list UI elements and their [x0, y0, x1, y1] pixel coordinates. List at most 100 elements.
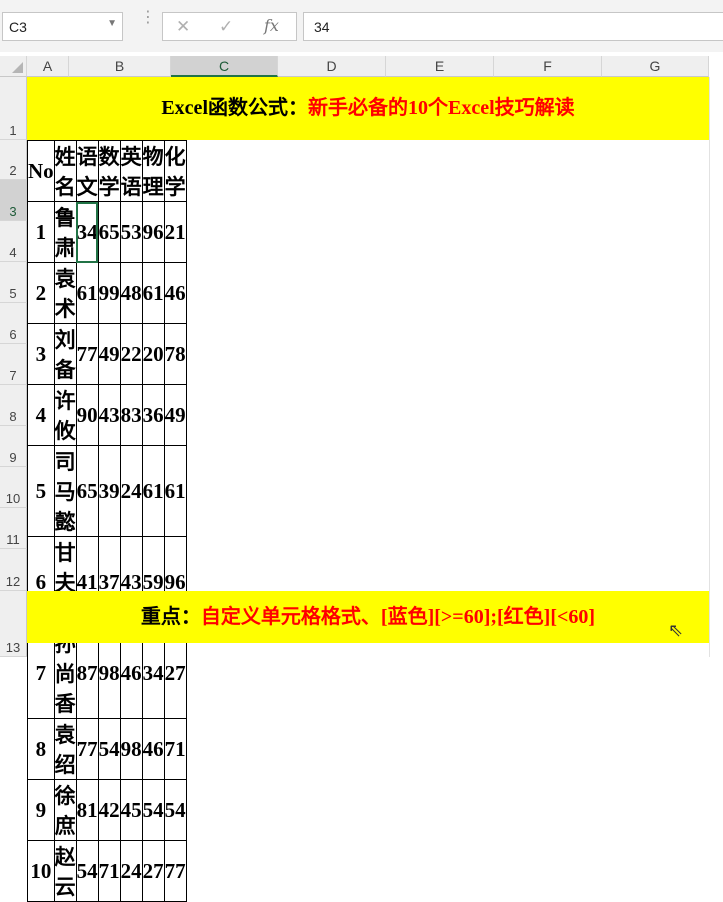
table-cell[interactable]: 54	[141, 779, 165, 841]
header-cell[interactable]: 物理	[141, 140, 165, 202]
table-cell[interactable]: 77	[75, 718, 99, 780]
table-cell[interactable]: 赵云	[53, 840, 77, 902]
row-header-12[interactable]: 12	[0, 549, 27, 591]
row-header-5[interactable]: 5	[0, 262, 27, 303]
table-row: 2 袁术 61 99 48 61 46	[27, 262, 187, 324]
header-cell[interactable]: 数学	[97, 140, 121, 202]
table-cell[interactable]: 49	[97, 323, 121, 385]
table-cell[interactable]: 5	[27, 445, 55, 537]
table-cell[interactable]: 54	[97, 718, 121, 780]
table-cell[interactable]: 袁术	[53, 262, 77, 324]
row-header-9[interactable]: 9	[0, 426, 27, 467]
table-cell[interactable]: 45	[119, 779, 143, 841]
table-cell[interactable]: 98	[119, 718, 143, 780]
table-cell[interactable]: 鲁肃	[53, 201, 77, 263]
table-cell[interactable]: 54	[75, 840, 99, 902]
row-header-13[interactable]: 13	[0, 591, 27, 657]
check-icon[interactable]: ✓	[219, 17, 233, 37]
table-cell[interactable]: 71	[163, 718, 187, 780]
note-cell[interactable]: 重点：自定义单元格格式、[蓝色][>=60];[红色][<60]	[27, 591, 709, 643]
table-cell[interactable]: 49	[163, 384, 187, 446]
table-cell[interactable]: 21	[163, 201, 187, 263]
table-cell[interactable]: 24	[119, 445, 143, 537]
header-cell[interactable]: 姓名	[53, 140, 77, 202]
column-header-e[interactable]: E	[386, 56, 494, 77]
name-box-value[interactable]: C3	[9, 19, 27, 35]
scroll-edge	[709, 77, 723, 657]
table-cell[interactable]: 71	[97, 840, 121, 902]
table-cell[interactable]: 61	[141, 445, 165, 537]
row-header-2[interactable]: 2	[0, 140, 27, 180]
close-icon[interactable]: ✕	[176, 17, 190, 37]
table-cell[interactable]: 77	[163, 840, 187, 902]
table-cell[interactable]: 77	[75, 323, 99, 385]
column-header-b[interactable]: B	[69, 56, 171, 77]
table-cell[interactable]: 1	[27, 201, 55, 263]
column-header-g[interactable]: G	[602, 56, 709, 77]
column-header-f[interactable]: F	[494, 56, 602, 77]
table-cell[interactable]: 43	[97, 384, 121, 446]
table-cell[interactable]: 53	[119, 201, 143, 263]
table-cell[interactable]: 99	[97, 262, 121, 324]
insert-function-icon[interactable]: fx	[264, 16, 279, 35]
table-cell[interactable]: 61	[141, 262, 165, 324]
table-cell[interactable]: 81	[75, 779, 99, 841]
table-header-row: No 姓名 语文 数学 英语 物理 化学	[27, 140, 187, 202]
row-header-11[interactable]: 11	[0, 508, 27, 549]
formula-input[interactable]: 34	[303, 12, 723, 41]
table-cell[interactable]: 46	[141, 718, 165, 780]
select-all-button[interactable]	[0, 56, 27, 77]
table-cell[interactable]: 刘备	[53, 323, 77, 385]
table-cell[interactable]: 20	[141, 323, 165, 385]
table-cell[interactable]: 10	[27, 840, 55, 902]
table-row: 9 徐庶 81 42 45 54 54	[27, 779, 187, 841]
table-cell[interactable]: 46	[163, 262, 187, 324]
table-cell[interactable]: 4	[27, 384, 55, 446]
table-cell[interactable]: 78	[163, 323, 187, 385]
table-cell[interactable]: 22	[119, 323, 143, 385]
formula-value[interactable]: 34	[314, 19, 330, 35]
header-cell[interactable]: 语文	[75, 140, 99, 202]
table-cell[interactable]: 9	[27, 779, 55, 841]
table-cell[interactable]: 65	[97, 201, 121, 263]
row-header-4[interactable]: 4	[0, 221, 27, 262]
table-cell[interactable]: 54	[163, 779, 187, 841]
table-cell[interactable]: 许攸	[53, 384, 77, 446]
header-cell[interactable]: No	[27, 140, 55, 202]
table-cell[interactable]: 8	[27, 718, 55, 780]
chevron-down-icon[interactable]: ▼	[107, 18, 117, 29]
column-header-d[interactable]: D	[278, 56, 386, 77]
table-cell[interactable]: 96	[141, 201, 165, 263]
grip-dots-icon: ⋮	[140, 9, 156, 26]
table-cell[interactable]: 42	[97, 779, 121, 841]
row-header-3[interactable]: 3	[0, 180, 27, 221]
table-cell[interactable]: 36	[141, 384, 165, 446]
table-cell[interactable]: 65	[75, 445, 99, 537]
header-cell[interactable]: 英语	[119, 140, 143, 202]
row-header-8[interactable]: 8	[0, 385, 27, 426]
table-cell[interactable]: 39	[97, 445, 121, 537]
table-cell[interactable]: 48	[119, 262, 143, 324]
table-cell[interactable]: 3	[27, 323, 55, 385]
row-header-7[interactable]: 7	[0, 344, 27, 385]
table-cell[interactable]: 司马懿	[53, 445, 77, 537]
table-cell[interactable]: 83	[119, 384, 143, 446]
active-cell[interactable]: 34	[75, 201, 99, 263]
table-cell[interactable]: 27	[141, 840, 165, 902]
title-cell[interactable]: Excel函数公式：新手必备的10个Excel技巧解读	[27, 77, 709, 140]
formula-toolbar: C3 ▼ ⋮ ✕ ✓ fx 34	[0, 0, 723, 52]
row-header-1[interactable]: 1	[0, 77, 27, 140]
column-header-c[interactable]: C	[171, 56, 278, 77]
table-cell[interactable]: 徐庶	[53, 779, 77, 841]
row-header-6[interactable]: 6	[0, 303, 27, 344]
header-cell[interactable]: 化学	[163, 140, 187, 202]
table-cell[interactable]: 90	[75, 384, 99, 446]
row-header-10[interactable]: 10	[0, 467, 27, 508]
table-cell[interactable]: 61	[75, 262, 99, 324]
table-cell[interactable]: 袁绍	[53, 718, 77, 780]
table-cell[interactable]: 2	[27, 262, 55, 324]
table-cell[interactable]: 61	[163, 445, 187, 537]
name-box[interactable]: C3 ▼	[2, 12, 123, 41]
column-header-a[interactable]: A	[27, 56, 69, 77]
table-cell[interactable]: 24	[119, 840, 143, 902]
